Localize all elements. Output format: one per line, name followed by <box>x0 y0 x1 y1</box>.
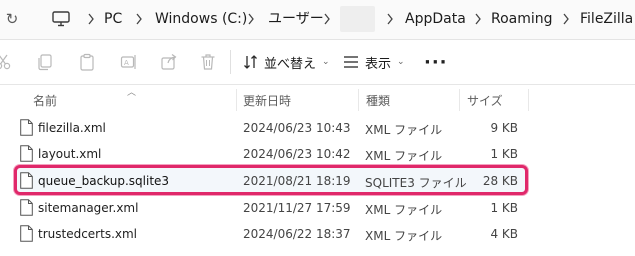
rename-icon[interactable]: A <box>120 53 138 71</box>
file-type: XML ファイル <box>365 149 443 163</box>
svg-text:A: A <box>124 59 129 67</box>
file-size: 28 KB <box>482 174 518 188</box>
file-size: 1 KB <box>490 147 518 161</box>
breadcrumb-appdata[interactable]: AppData <box>405 10 466 28</box>
column-divider[interactable] <box>358 89 359 111</box>
view-icon <box>344 56 358 68</box>
file-row[interactable]: sitemanager.xml 2021/11/27 17:59 XML ファイ… <box>14 195 528 221</box>
sort-button[interactable]: 並べ替え ⌄ <box>243 50 330 74</box>
file-icon <box>20 172 33 189</box>
file-name: trustedcerts.xml <box>38 227 138 241</box>
more-options-button[interactable]: ··· <box>424 52 448 73</box>
address-bar[interactable]: ↻ PC Windows (C:) ユーザー AppData Roaming F… <box>0 0 635 40</box>
command-bar: A 並べ替え ⌄ 表示 ⌄ ··· <box>0 40 635 85</box>
file-type: XML ファイル <box>365 203 443 217</box>
file-type: XML ファイル <box>365 229 443 243</box>
file-modified: 2024/06/22 18:37 <box>243 227 351 241</box>
file-row[interactable]: filezilla.xml 2024/06/23 10:43 XML ファイル … <box>14 115 528 141</box>
file-row-highlighted[interactable]: queue_backup.sqlite3 2021/08/21 18:19 SQ… <box>14 165 528 195</box>
column-header-name[interactable]: 名前 <box>33 92 57 109</box>
column-header-size[interactable]: サイズ <box>467 92 503 109</box>
file-modified: 2021/11/27 17:59 <box>243 201 351 215</box>
chevron-right-icon <box>563 13 569 25</box>
file-row[interactable]: trustedcerts.xml 2024/06/22 18:37 XML ファ… <box>14 221 528 247</box>
file-size: 1 KB <box>490 201 518 215</box>
sort-ascending-icon: ︿ <box>127 88 137 98</box>
breadcrumb-users[interactable]: ユーザー <box>268 10 324 28</box>
redacted-username <box>340 6 375 32</box>
pc-icon <box>52 11 70 27</box>
breadcrumb-windows-c[interactable]: Windows (C:) <box>155 10 247 28</box>
file-modified: 2024/06/23 10:43 <box>243 121 351 135</box>
copy-icon[interactable] <box>36 53 54 71</box>
file-name: layout.xml <box>38 147 102 161</box>
chevron-down-icon: ⌄ <box>322 57 330 67</box>
column-header-modified[interactable]: 更新日時 <box>243 92 291 109</box>
file-icon <box>20 199 33 216</box>
file-name: sitemanager.xml <box>38 201 139 215</box>
file-name: queue_backup.sqlite3 <box>38 174 170 188</box>
column-divider[interactable] <box>459 89 460 111</box>
file-icon <box>20 119 33 136</box>
view-button[interactable]: 表示 ⌄ <box>343 50 405 74</box>
column-header-type[interactable]: 種類 <box>366 92 390 109</box>
file-size: 4 KB <box>490 227 518 241</box>
chevron-down-icon: ⌄ <box>397 57 405 67</box>
cut-icon[interactable] <box>0 53 12 71</box>
breadcrumb-filezilla[interactable]: FileZilla <box>580 10 633 28</box>
chevron-right-icon <box>475 13 481 25</box>
sort-icon <box>244 55 257 69</box>
share-icon[interactable] <box>160 53 178 71</box>
chevron-right-icon <box>136 13 142 25</box>
sort-label: 並べ替え <box>264 56 317 72</box>
toolbar-divider <box>230 50 231 74</box>
column-divider[interactable] <box>528 89 529 111</box>
refresh-icon[interactable]: ↻ <box>2 9 22 29</box>
chevron-right-icon <box>248 13 254 25</box>
paste-icon[interactable] <box>78 53 96 71</box>
column-divider[interactable] <box>236 89 237 111</box>
column-header-row: ︿ 名前 更新日時 種類 サイズ <box>0 85 635 113</box>
file-row[interactable]: layout.xml 2024/06/23 10:42 XML ファイル 1 K… <box>14 141 528 167</box>
breadcrumb-roaming[interactable]: Roaming <box>491 10 553 28</box>
delete-icon[interactable] <box>199 53 217 71</box>
breadcrumb-pc[interactable]: PC <box>104 10 122 28</box>
view-label: 表示 <box>365 56 392 72</box>
chevron-right-icon <box>387 13 393 25</box>
file-icon <box>20 145 33 162</box>
file-size: 9 KB <box>490 121 518 135</box>
file-name: filezilla.xml <box>38 121 106 135</box>
file-modified: 2021/08/21 18:19 <box>243 174 351 188</box>
chevron-right-icon <box>88 13 94 25</box>
chevron-right-icon <box>324 13 330 25</box>
file-type: XML ファイル <box>365 123 443 137</box>
file-type: SQLITE3 ファイル <box>365 176 467 190</box>
file-icon <box>20 225 33 242</box>
file-modified: 2024/06/23 10:42 <box>243 147 351 161</box>
